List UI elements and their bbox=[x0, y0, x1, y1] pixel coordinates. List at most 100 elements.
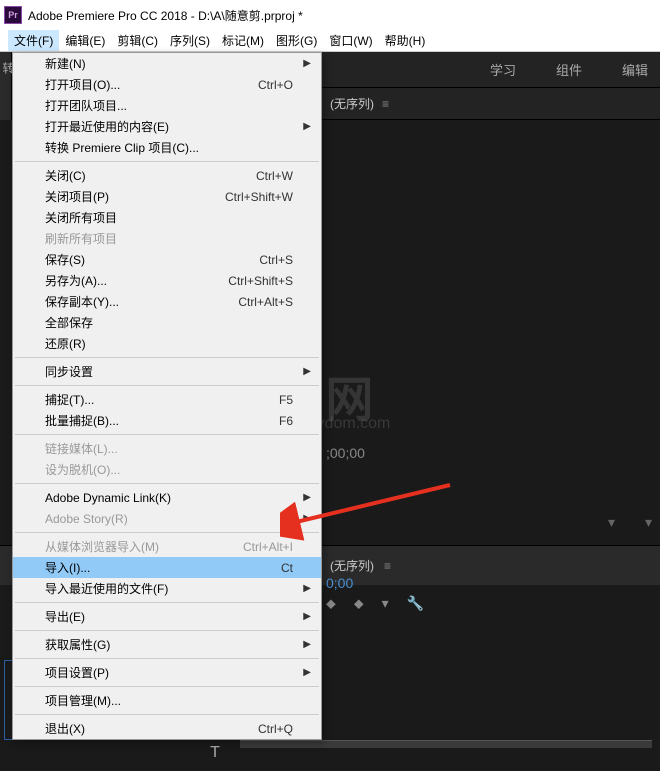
menu-divider bbox=[15, 483, 319, 484]
menu-divider bbox=[15, 385, 319, 386]
menu-divider bbox=[15, 357, 319, 358]
timecode-display-2: 0;00 bbox=[326, 575, 353, 591]
menu-item[interactable]: 打开项目(O)...Ctrl+O bbox=[13, 74, 321, 95]
menu-item[interactable]: 项目管理(M)... bbox=[13, 690, 321, 711]
panel-menu-icon[interactable]: ≡ bbox=[382, 97, 389, 111]
menu-shortcut: Ctrl+S bbox=[259, 253, 293, 267]
menu-shortcut: Ct bbox=[281, 561, 293, 575]
menu-item-label: 刷新所有项目 bbox=[45, 230, 293, 247]
menu-shortcut: Ctrl+Q bbox=[258, 722, 293, 736]
linked-icon[interactable]: ⬥ bbox=[354, 595, 364, 612]
menu-shortcut: F5 bbox=[279, 393, 293, 407]
menu-item-label: 同步设置 bbox=[45, 363, 293, 380]
ws-tab-edit[interactable]: 编辑 bbox=[622, 60, 648, 79]
menu-divider bbox=[15, 658, 319, 659]
menu-item-label: 打开项目(O)... bbox=[45, 76, 258, 93]
menu-item[interactable]: Adobe Dynamic Link(K)▶ bbox=[13, 487, 321, 508]
file-dropdown: 新建(N)▶打开项目(O)...Ctrl+O打开团队项目...打开最近使用的内容… bbox=[12, 52, 322, 740]
menu-item[interactable]: 保存副本(Y)...Ctrl+Alt+S bbox=[13, 291, 321, 312]
menu-item[interactable]: 关闭所有项目 bbox=[13, 207, 321, 228]
menu-item[interactable]: 获取属性(G) ▶ bbox=[13, 634, 321, 655]
menu-item[interactable]: 新建(N)▶ bbox=[13, 53, 321, 74]
marker-bar: ▾ ▾ bbox=[420, 512, 652, 532]
menu-item-label: 捕捉(T)... bbox=[45, 391, 279, 408]
menu-item-label: 全部保存 bbox=[45, 314, 293, 331]
timeline-toolbar: ⬥ ⬥ ▾ 🔧 bbox=[326, 595, 424, 612]
menu-item-label: 打开最近使用的内容(E) bbox=[45, 118, 293, 135]
menu-item-label: 获取属性(G) bbox=[45, 636, 293, 653]
menu-edit[interactable]: 编辑(E) bbox=[59, 30, 111, 51]
marker-icon[interactable]: ▾ bbox=[382, 595, 389, 612]
settings-icon[interactable]: 🔧 bbox=[407, 595, 424, 612]
menu-shortcut: F6 bbox=[279, 414, 293, 428]
menu-item-label: 打开团队项目... bbox=[45, 97, 293, 114]
menu-item[interactable]: 导入最近使用的文件(F)▶ bbox=[13, 578, 321, 599]
menu-shortcut: Ctrl+O bbox=[258, 78, 293, 92]
menu-item-label: 批量捕捉(B)... bbox=[45, 412, 279, 429]
timeline-menu-icon[interactable]: ≡ bbox=[384, 559, 391, 573]
menu-graphics[interactable]: 图形(G) bbox=[270, 30, 323, 51]
menu-file[interactable]: 文件(F) bbox=[8, 30, 59, 51]
menu-divider bbox=[15, 161, 319, 162]
menu-item[interactable]: 转换 Premiere Clip 项目(C)... bbox=[13, 137, 321, 158]
app-icon: Pr bbox=[4, 6, 22, 24]
menu-item[interactable]: 全部保存 bbox=[13, 312, 321, 333]
menu-help[interactable]: 帮助(H) bbox=[379, 30, 432, 51]
menu-item-label: 还原(R) bbox=[45, 335, 293, 352]
panel-title: (无序列) bbox=[330, 95, 374, 112]
menu-shortcut: Ctrl+Alt+S bbox=[238, 295, 293, 309]
menu-item[interactable]: 导入(I)...Ct bbox=[13, 557, 321, 578]
menu-item[interactable]: 批量捕捉(B)...F6 bbox=[13, 410, 321, 431]
menu-item-label: 导入(I)... bbox=[45, 559, 281, 576]
menu-shortcut: Ctrl+Shift+S bbox=[228, 274, 293, 288]
menu-divider bbox=[15, 714, 319, 715]
menu-item-label: 链接媒体(L)... bbox=[45, 440, 293, 457]
snap-icon[interactable]: ⬥ bbox=[326, 595, 336, 612]
menu-item-label: 项目设置(P) bbox=[45, 664, 293, 681]
menu-item-label: 关闭(C) bbox=[45, 167, 256, 184]
menu-item-label: 新建(N) bbox=[45, 55, 293, 72]
ws-tab-learn[interactable]: 学习 bbox=[490, 60, 516, 79]
menu-item-label: 关闭项目(P) bbox=[45, 188, 225, 205]
submenu-arrow-icon: ▶ bbox=[303, 611, 311, 622]
titlebar: Pr Adobe Premiere Pro CC 2018 - D:\A\随意剪… bbox=[0, 0, 660, 30]
menu-divider bbox=[15, 686, 319, 687]
submenu-arrow-icon: ▶ bbox=[303, 366, 311, 377]
type-icon[interactable]: T bbox=[210, 744, 220, 762]
menu-item-label: 项目管理(M)... bbox=[45, 692, 293, 709]
submenu-arrow-icon: ▶ bbox=[303, 667, 311, 678]
menu-item[interactable]: 还原(R) bbox=[13, 333, 321, 354]
menu-shortcut: Ctrl+Shift+W bbox=[225, 190, 293, 204]
menu-item[interactable]: 打开最近使用的内容(E) ▶ bbox=[13, 116, 321, 137]
menu-item[interactable]: 关闭项目(P)Ctrl+Shift+W bbox=[13, 186, 321, 207]
menu-divider bbox=[15, 434, 319, 435]
timeline-track[interactable] bbox=[240, 740, 652, 748]
menu-clip[interactable]: 剪辑(C) bbox=[111, 30, 164, 51]
menu-item[interactable]: 关闭(C)Ctrl+W bbox=[13, 165, 321, 186]
submenu-arrow-icon: ▶ bbox=[303, 513, 311, 524]
menu-item-label: 导入最近使用的文件(F) bbox=[45, 580, 293, 597]
menu-window[interactable]: 窗口(W) bbox=[323, 30, 378, 51]
menu-item[interactable]: 导出(E)▶ bbox=[13, 606, 321, 627]
menu-item-label: Adobe Dynamic Link(K) bbox=[45, 491, 293, 505]
submenu-arrow-icon: ▶ bbox=[303, 121, 311, 132]
menu-sequence[interactable]: 序列(S) bbox=[164, 30, 216, 51]
marker-out-icon[interactable]: ▾ bbox=[645, 514, 652, 531]
menu-item[interactable]: 保存(S)Ctrl+S bbox=[13, 249, 321, 270]
menu-item[interactable]: 另存为(A)...Ctrl+Shift+S bbox=[13, 270, 321, 291]
menu-item[interactable]: 同步设置 ▶ bbox=[13, 361, 321, 382]
menu-item-label: 设为脱机(O)... bbox=[45, 461, 293, 478]
menu-item[interactable]: 打开团队项目... bbox=[13, 95, 321, 116]
menu-item[interactable]: 退出(X)Ctrl+Q bbox=[13, 718, 321, 739]
menu-item: 从媒体浏览器导入(M)Ctrl+Alt+I bbox=[13, 536, 321, 557]
menu-divider bbox=[15, 630, 319, 631]
menu-item-label: 转换 Premiere Clip 项目(C)... bbox=[45, 139, 293, 156]
menu-item-label: 退出(X) bbox=[45, 720, 258, 737]
ws-tab-assembly[interactable]: 组件 bbox=[556, 60, 582, 79]
menu-divider bbox=[15, 532, 319, 533]
submenu-arrow-icon: ▶ bbox=[303, 639, 311, 650]
menu-item[interactable]: 捕捉(T)...F5 bbox=[13, 389, 321, 410]
menu-item[interactable]: 项目设置(P) ▶ bbox=[13, 662, 321, 683]
marker-in-icon[interactable]: ▾ bbox=[608, 514, 615, 531]
menu-marker[interactable]: 标记(M) bbox=[216, 30, 270, 51]
